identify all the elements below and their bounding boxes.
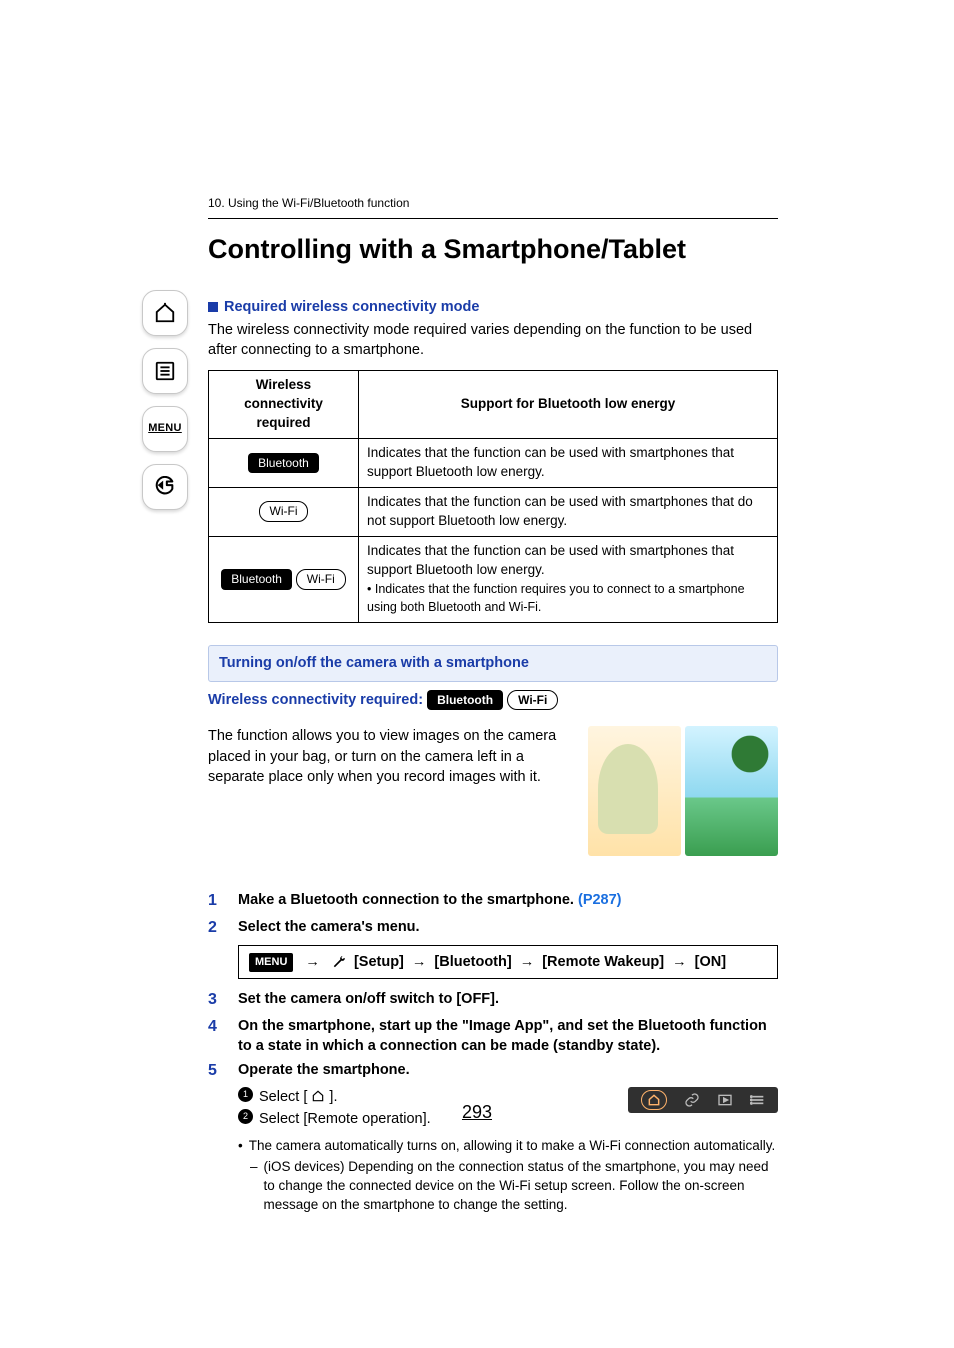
notes: •The camera automatically turns on, allo…	[238, 1137, 778, 1215]
wifi-badge: Wi-Fi	[259, 501, 309, 522]
section-description-row: The function allows you to view images o…	[208, 726, 778, 856]
divider	[208, 218, 778, 219]
square-bullet-icon	[208, 302, 218, 312]
breadcrumb: 10. Using the Wi-Fi/Bluetooth function	[208, 195, 778, 212]
step-1: 1 Make a Bluetooth connection to the sma…	[208, 890, 778, 912]
note-item: •The camera automatically turns on, allo…	[238, 1137, 778, 1156]
toc-button[interactable]	[142, 348, 188, 394]
wifi-badge: Wi-Fi	[296, 569, 346, 590]
required-mode-text: The wireless connectivity mode required …	[208, 320, 778, 361]
table-cell-desc: Indicates that the function can be used …	[359, 439, 778, 488]
arrow-icon: →	[520, 952, 535, 972]
home-button[interactable]	[142, 290, 188, 336]
page-number[interactable]: 293	[0, 1100, 954, 1125]
step-5: 5 Operate the smartphone.	[208, 1060, 778, 1082]
menu-button[interactable]: MENU	[142, 406, 188, 452]
section-turning-onoff: Turning on/off the camera with a smartph…	[208, 645, 778, 681]
table-header-support: Support for Bluetooth low energy	[359, 371, 778, 439]
wireless-required-line: Wireless connectivity required: Bluetoot…	[208, 690, 778, 711]
bluetooth-badge: Bluetooth	[221, 569, 292, 590]
page-title: Controlling with a Smartphone/Tablet	[208, 231, 778, 269]
wifi-badge: Wi-Fi	[507, 690, 558, 711]
illustration-landscape	[685, 726, 778, 856]
table-row: Bluetooth Wi-Fi Indicates that the funct…	[209, 536, 778, 623]
arrow-icon: →	[672, 952, 687, 972]
bluetooth-badge: Bluetooth	[427, 690, 503, 711]
bluetooth-badge: Bluetooth	[248, 453, 319, 474]
menu-path: MENU → [Setup] → [Bluetooth] → [Remote W…	[238, 945, 778, 979]
step-4: 4 On the smartphone, start up the "Image…	[208, 1016, 778, 1057]
section-description: The function allows you to view images o…	[208, 726, 570, 787]
arrow-icon: →	[412, 952, 427, 972]
required-mode-heading: Required wireless connectivity mode	[208, 297, 778, 317]
menu-chip-icon: MENU	[249, 953, 293, 972]
illustration	[588, 726, 778, 856]
back-button[interactable]	[142, 464, 188, 510]
step-2: 2 Select the camera's menu.	[208, 917, 778, 939]
table-cell-desc: Indicates that the function can be used …	[359, 487, 778, 536]
illustration-person	[588, 726, 681, 856]
arrow-icon: →	[301, 952, 324, 972]
table-header-required: Wireless connectivity required	[209, 371, 359, 439]
table-cell-desc: Indicates that the function can be used …	[359, 536, 778, 623]
list-page-icon	[154, 360, 176, 382]
note-sub-item: –(iOS devices) Depending on the connecti…	[250, 1158, 778, 1215]
steps-list-cont: 3 Set the camera on/off switch to [OFF].…	[208, 989, 778, 1082]
steps-list: 1 Make a Bluetooth connection to the sma…	[208, 890, 778, 939]
table-row: Wi-Fi Indicates that the function can be…	[209, 487, 778, 536]
home-icon	[154, 302, 176, 324]
step-3: 3 Set the camera on/off switch to [OFF].	[208, 989, 778, 1011]
wrench-icon	[332, 955, 346, 969]
menu-button-label: MENU	[148, 421, 182, 436]
back-arrow-icon	[154, 476, 176, 498]
page-content: 10. Using the Wi-Fi/Bluetooth function C…	[208, 195, 778, 1215]
page-reference-link[interactable]: (P287)	[578, 892, 622, 908]
table-row: Bluetooth Indicates that the function ca…	[209, 439, 778, 488]
connectivity-table: Wireless connectivity required Support f…	[208, 370, 778, 623]
sidebar-nav: MENU	[140, 290, 190, 510]
